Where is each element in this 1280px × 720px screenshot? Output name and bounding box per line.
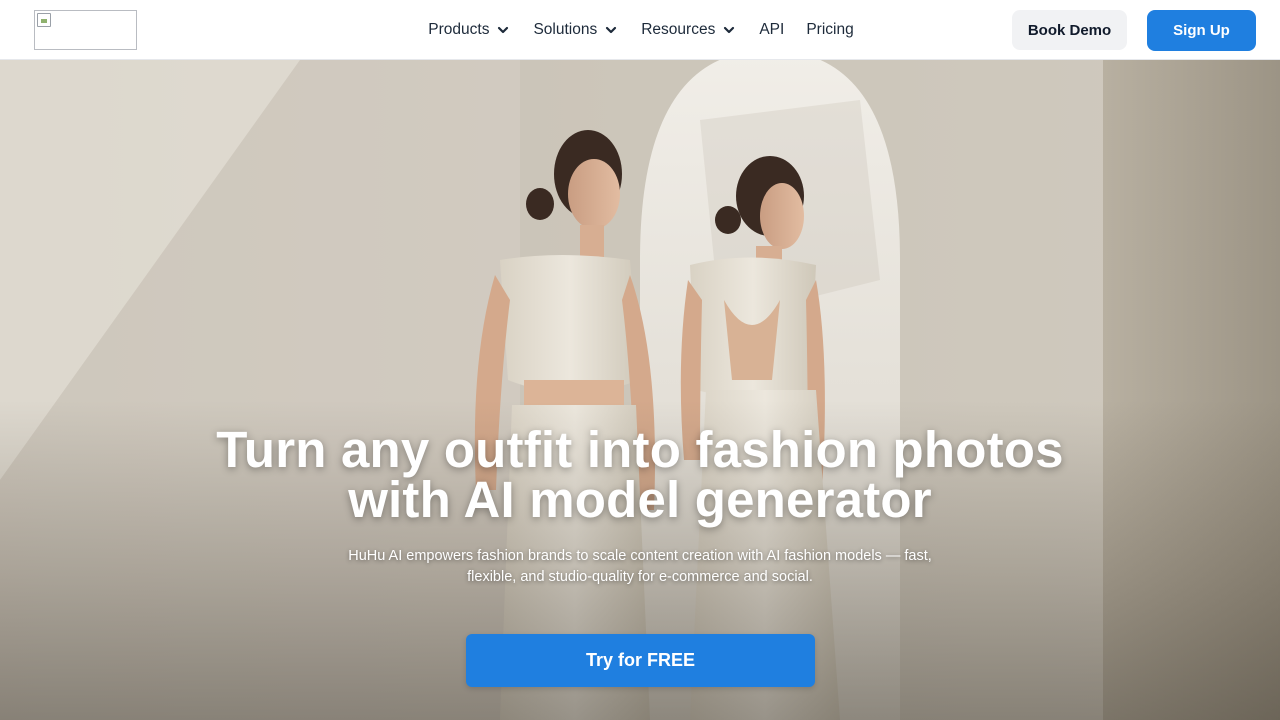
nav-item-label: Pricing xyxy=(806,20,854,38)
nav-item-products[interactable]: Products xyxy=(428,21,511,39)
hero-headline: Turn any outfit into fashion photos with… xyxy=(140,424,1140,528)
hero-subtext-line1: HuHu AI empowers fashion brands to scale… xyxy=(348,548,932,564)
nav-item-label: Products xyxy=(428,20,490,38)
sign-up-button[interactable]: Sign Up xyxy=(1147,10,1256,51)
chevron-down-icon xyxy=(606,26,617,33)
try-for-free-button[interactable]: Try for FREE xyxy=(466,634,815,687)
nav-item-api[interactable]: API xyxy=(759,21,784,39)
hero-headline-line2: with AI model generator xyxy=(348,471,932,528)
chevron-down-icon xyxy=(724,26,735,33)
nav-item-label: API xyxy=(759,20,785,38)
logo-broken-image[interactable] xyxy=(34,10,137,50)
hero-subtext: HuHu AI empowers fashion brands to scale… xyxy=(320,546,960,588)
hero-subtext-line2: flexible, and studio-quality for e-comme… xyxy=(467,569,813,585)
nav-item-label: Resources xyxy=(641,20,716,38)
top-navbar: Products Solutions Resources API Pricing… xyxy=(0,0,1280,60)
nav-item-solutions[interactable]: Solutions xyxy=(533,21,619,39)
hero-headline-line1: Turn any outfit into fashion photos xyxy=(216,421,1064,478)
nav-item-pricing[interactable]: Pricing xyxy=(806,21,853,39)
hero-section: Turn any outfit into fashion photos with… xyxy=(0,60,1280,720)
book-demo-button[interactable]: Book Demo xyxy=(1012,10,1127,50)
broken-image-icon xyxy=(37,13,51,27)
chevron-down-icon xyxy=(498,26,509,33)
nav-item-resources[interactable]: Resources xyxy=(641,21,737,39)
nav-item-label: Solutions xyxy=(533,20,598,38)
